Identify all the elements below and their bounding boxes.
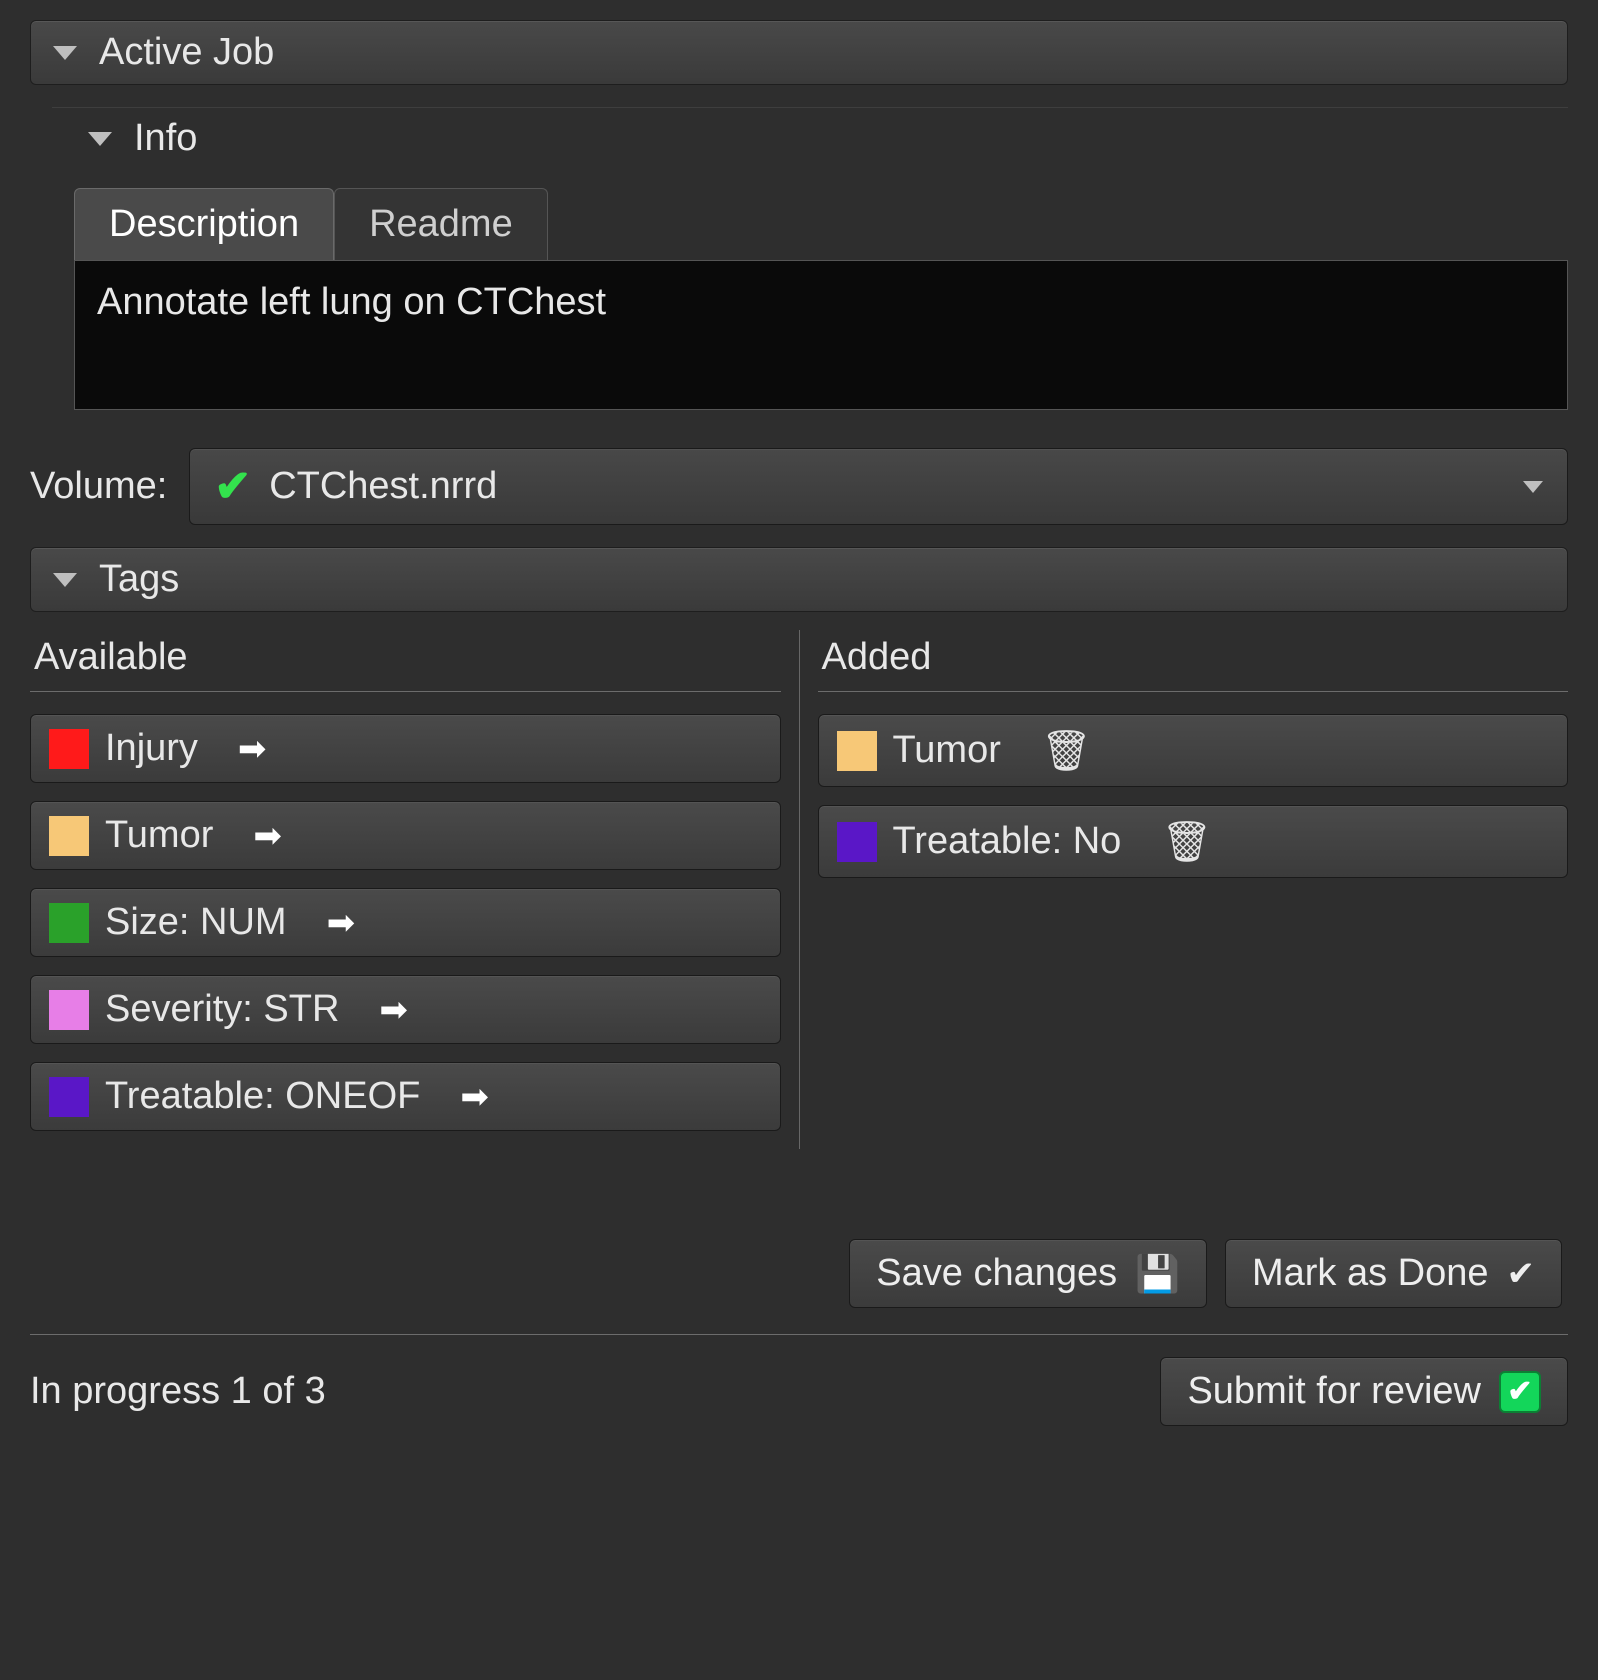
description-textbox[interactable]: Annotate left lung on CTChest <box>74 260 1568 410</box>
info-title: Info <box>134 117 197 160</box>
tag-label: Treatable: ONEOF <box>105 1075 420 1118</box>
save-changes-label: Save changes <box>876 1252 1117 1295</box>
active-job-header[interactable]: Active Job <box>30 20 1568 85</box>
chevron-down-icon <box>1523 481 1543 493</box>
trash-icon[interactable]: 🗑 <box>1041 727 1092 774</box>
divider <box>818 691 1569 692</box>
available-tag[interactable]: Treatable: ONEOF ➡ <box>30 1062 781 1131</box>
tab-readme[interactable]: Readme <box>334 188 548 260</box>
tab-description[interactable]: Description <box>74 188 334 260</box>
trash-icon[interactable]: 🗑 <box>1161 818 1212 865</box>
tag-label: Severity: STR <box>105 988 339 1031</box>
save-changes-button[interactable]: Save changes 💾 <box>849 1239 1207 1308</box>
status-progress: In progress 1 of 3 <box>30 1370 326 1413</box>
arrow-right-icon: ➡ <box>327 906 356 940</box>
available-title: Available <box>30 630 781 691</box>
tags-header[interactable]: Tags <box>30 547 1568 612</box>
divider <box>30 691 781 692</box>
added-tag[interactable]: Tumor 🗑 <box>818 714 1569 787</box>
collapse-icon <box>53 46 77 60</box>
submit-for-review-button[interactable]: Submit for review ✔ <box>1160 1357 1568 1426</box>
check-icon: ✔ <box>214 461 251 512</box>
info-header[interactable]: Info <box>52 107 1568 170</box>
active-job-title: Active Job <box>99 31 274 74</box>
tab-description-label: Description <box>109 203 299 245</box>
collapse-icon <box>53 573 77 587</box>
collapse-icon <box>88 132 112 146</box>
color-swatch <box>49 903 89 943</box>
tag-label: Tumor <box>105 814 213 857</box>
description-text: Annotate left lung on CTChest <box>97 281 606 323</box>
check-icon: ✔ <box>1507 1254 1536 1294</box>
available-tag[interactable]: Size: NUM ➡ <box>30 888 781 957</box>
added-tag[interactable]: Treatable: No 🗑 <box>818 805 1569 878</box>
arrow-right-icon: ➡ <box>253 819 282 853</box>
available-tag[interactable]: Injury ➡ <box>30 714 781 783</box>
available-tag[interactable]: Tumor ➡ <box>30 801 781 870</box>
mark-as-done-button[interactable]: Mark as Done ✔ <box>1225 1239 1562 1308</box>
color-swatch <box>49 1077 89 1117</box>
color-swatch <box>49 990 89 1030</box>
volume-dropdown[interactable]: ✔ CTChest.nrrd <box>189 448 1568 525</box>
volume-value: CTChest.nrrd <box>269 465 497 508</box>
tag-label: Treatable: No <box>893 820 1122 863</box>
color-swatch <box>837 731 877 771</box>
checkbox-checked-icon: ✔ <box>1499 1371 1541 1413</box>
tag-label: Size: NUM <box>105 901 287 944</box>
color-swatch <box>49 729 89 769</box>
color-swatch <box>49 816 89 856</box>
tab-readme-label: Readme <box>369 203 513 245</box>
arrow-right-icon: ➡ <box>379 993 408 1027</box>
arrow-right-icon: ➡ <box>238 732 267 766</box>
submit-for-review-label: Submit for review <box>1187 1370 1481 1413</box>
save-icon: 💾 <box>1135 1253 1180 1295</box>
tag-label: Injury <box>105 727 198 770</box>
tags-title: Tags <box>99 558 179 601</box>
color-swatch <box>837 822 877 862</box>
tag-label: Tumor <box>893 729 1001 772</box>
arrow-right-icon: ➡ <box>460 1080 489 1114</box>
mark-as-done-label: Mark as Done <box>1252 1252 1489 1295</box>
available-tag[interactable]: Severity: STR ➡ <box>30 975 781 1044</box>
volume-label: Volume: <box>30 465 167 508</box>
added-title: Added <box>818 630 1569 691</box>
